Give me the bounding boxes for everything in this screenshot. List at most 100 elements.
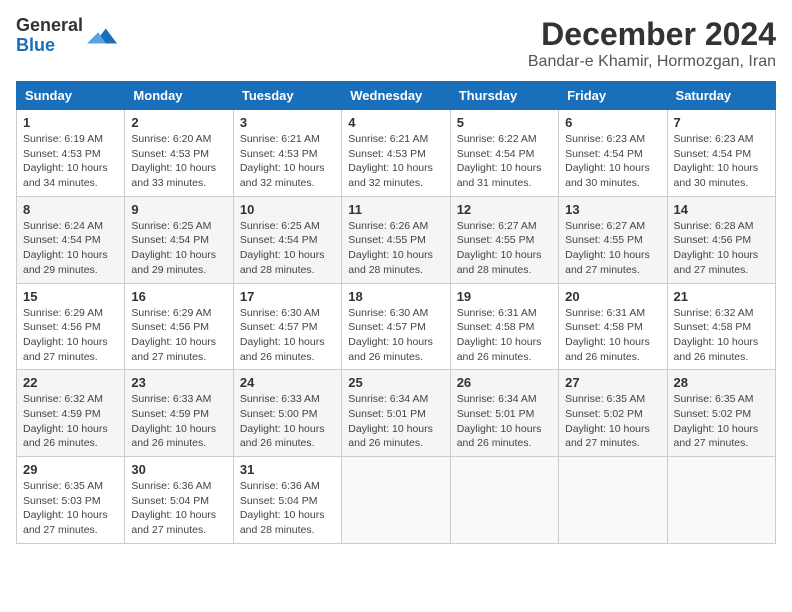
table-row: 27 Sunrise: 6:35 AMSunset: 5:02 PMDaylig… — [559, 370, 667, 457]
day-number: 9 — [131, 202, 226, 217]
day-number: 4 — [348, 115, 443, 130]
day-detail: Sunrise: 6:21 AMSunset: 4:53 PMDaylight:… — [240, 133, 325, 189]
table-row: 3 Sunrise: 6:21 AMSunset: 4:53 PMDayligh… — [233, 110, 341, 197]
day-detail: Sunrise: 6:19 AMSunset: 4:53 PMDaylight:… — [23, 133, 108, 189]
day-number: 14 — [674, 202, 769, 217]
day-detail: Sunrise: 6:31 AMSunset: 4:58 PMDaylight:… — [457, 307, 542, 363]
day-detail: Sunrise: 6:26 AMSunset: 4:55 PMDaylight:… — [348, 220, 433, 276]
title-block: December 2024 Bandar-e Khamir, Hormozgan… — [528, 16, 776, 71]
table-row: 11 Sunrise: 6:26 AMSunset: 4:55 PMDaylig… — [342, 196, 450, 283]
col-wednesday: Wednesday — [342, 82, 450, 110]
table-row: 4 Sunrise: 6:21 AMSunset: 4:53 PMDayligh… — [342, 110, 450, 197]
table-row — [342, 457, 450, 544]
day-detail: Sunrise: 6:35 AMSunset: 5:02 PMDaylight:… — [674, 393, 759, 449]
table-row: 10 Sunrise: 6:25 AMSunset: 4:54 PMDaylig… — [233, 196, 341, 283]
table-row: 19 Sunrise: 6:31 AMSunset: 4:58 PMDaylig… — [450, 283, 558, 370]
day-detail: Sunrise: 6:23 AMSunset: 4:54 PMDaylight:… — [565, 133, 650, 189]
day-detail: Sunrise: 6:20 AMSunset: 4:53 PMDaylight:… — [131, 133, 216, 189]
day-detail: Sunrise: 6:29 AMSunset: 4:56 PMDaylight:… — [131, 307, 216, 363]
day-number: 2 — [131, 115, 226, 130]
day-detail: Sunrise: 6:32 AMSunset: 4:59 PMDaylight:… — [23, 393, 108, 449]
day-number: 21 — [674, 289, 769, 304]
table-row: 6 Sunrise: 6:23 AMSunset: 4:54 PMDayligh… — [559, 110, 667, 197]
day-detail: Sunrise: 6:35 AMSunset: 5:03 PMDaylight:… — [23, 480, 108, 536]
day-number: 1 — [23, 115, 118, 130]
day-detail: Sunrise: 6:27 AMSunset: 4:55 PMDaylight:… — [457, 220, 542, 276]
day-detail: Sunrise: 6:25 AMSunset: 4:54 PMDaylight:… — [131, 220, 216, 276]
table-row: 22 Sunrise: 6:32 AMSunset: 4:59 PMDaylig… — [17, 370, 125, 457]
day-detail: Sunrise: 6:30 AMSunset: 4:57 PMDaylight:… — [240, 307, 325, 363]
day-number: 6 — [565, 115, 660, 130]
day-detail: Sunrise: 6:21 AMSunset: 4:53 PMDaylight:… — [348, 133, 433, 189]
day-number: 29 — [23, 462, 118, 477]
table-row: 17 Sunrise: 6:30 AMSunset: 4:57 PMDaylig… — [233, 283, 341, 370]
day-detail: Sunrise: 6:35 AMSunset: 5:02 PMDaylight:… — [565, 393, 650, 449]
day-number: 3 — [240, 115, 335, 130]
table-row: 31 Sunrise: 6:36 AMSunset: 5:04 PMDaylig… — [233, 457, 341, 544]
table-row: 21 Sunrise: 6:32 AMSunset: 4:58 PMDaylig… — [667, 283, 775, 370]
page-header: General Blue December 2024 Bandar-e Kham… — [16, 16, 776, 71]
day-number: 31 — [240, 462, 335, 477]
day-detail: Sunrise: 6:34 AMSunset: 5:01 PMDaylight:… — [457, 393, 542, 449]
table-row: 8 Sunrise: 6:24 AMSunset: 4:54 PMDayligh… — [17, 196, 125, 283]
day-detail: Sunrise: 6:36 AMSunset: 5:04 PMDaylight:… — [131, 480, 216, 536]
table-row: 5 Sunrise: 6:22 AMSunset: 4:54 PMDayligh… — [450, 110, 558, 197]
table-row: 28 Sunrise: 6:35 AMSunset: 5:02 PMDaylig… — [667, 370, 775, 457]
col-saturday: Saturday — [667, 82, 775, 110]
table-row: 29 Sunrise: 6:35 AMSunset: 5:03 PMDaylig… — [17, 457, 125, 544]
calendar-week-row: 22 Sunrise: 6:32 AMSunset: 4:59 PMDaylig… — [17, 370, 776, 457]
day-detail: Sunrise: 6:31 AMSunset: 4:58 PMDaylight:… — [565, 307, 650, 363]
day-detail: Sunrise: 6:22 AMSunset: 4:54 PMDaylight:… — [457, 133, 542, 189]
calendar-week-row: 29 Sunrise: 6:35 AMSunset: 5:03 PMDaylig… — [17, 457, 776, 544]
day-detail: Sunrise: 6:25 AMSunset: 4:54 PMDaylight:… — [240, 220, 325, 276]
month-title: December 2024 — [528, 16, 776, 53]
day-number: 30 — [131, 462, 226, 477]
calendar-week-row: 8 Sunrise: 6:24 AMSunset: 4:54 PMDayligh… — [17, 196, 776, 283]
day-number: 7 — [674, 115, 769, 130]
day-detail: Sunrise: 6:30 AMSunset: 4:57 PMDaylight:… — [348, 307, 433, 363]
day-number: 16 — [131, 289, 226, 304]
day-detail: Sunrise: 6:29 AMSunset: 4:56 PMDaylight:… — [23, 307, 108, 363]
table-row: 25 Sunrise: 6:34 AMSunset: 5:01 PMDaylig… — [342, 370, 450, 457]
day-number: 5 — [457, 115, 552, 130]
table-row: 24 Sunrise: 6:33 AMSunset: 5:00 PMDaylig… — [233, 370, 341, 457]
day-detail: Sunrise: 6:33 AMSunset: 5:00 PMDaylight:… — [240, 393, 325, 449]
col-sunday: Sunday — [17, 82, 125, 110]
day-number: 15 — [23, 289, 118, 304]
day-number: 8 — [23, 202, 118, 217]
col-monday: Monday — [125, 82, 233, 110]
day-detail: Sunrise: 6:23 AMSunset: 4:54 PMDaylight:… — [674, 133, 759, 189]
table-row: 9 Sunrise: 6:25 AMSunset: 4:54 PMDayligh… — [125, 196, 233, 283]
day-number: 27 — [565, 375, 660, 390]
table-row — [559, 457, 667, 544]
table-row: 16 Sunrise: 6:29 AMSunset: 4:56 PMDaylig… — [125, 283, 233, 370]
logo: General Blue — [16, 16, 117, 56]
calendar-table: Sunday Monday Tuesday Wednesday Thursday… — [16, 81, 776, 544]
table-row — [667, 457, 775, 544]
day-number: 12 — [457, 202, 552, 217]
day-detail: Sunrise: 6:32 AMSunset: 4:58 PMDaylight:… — [674, 307, 759, 363]
col-thursday: Thursday — [450, 82, 558, 110]
table-row: 14 Sunrise: 6:28 AMSunset: 4:56 PMDaylig… — [667, 196, 775, 283]
day-number: 28 — [674, 375, 769, 390]
calendar-week-row: 1 Sunrise: 6:19 AMSunset: 4:53 PMDayligh… — [17, 110, 776, 197]
table-row: 18 Sunrise: 6:30 AMSunset: 4:57 PMDaylig… — [342, 283, 450, 370]
table-row: 2 Sunrise: 6:20 AMSunset: 4:53 PMDayligh… — [125, 110, 233, 197]
day-number: 24 — [240, 375, 335, 390]
table-row — [450, 457, 558, 544]
day-number: 22 — [23, 375, 118, 390]
table-row: 20 Sunrise: 6:31 AMSunset: 4:58 PMDaylig… — [559, 283, 667, 370]
day-number: 18 — [348, 289, 443, 304]
table-row: 1 Sunrise: 6:19 AMSunset: 4:53 PMDayligh… — [17, 110, 125, 197]
day-number: 25 — [348, 375, 443, 390]
logo-blue: Blue — [16, 36, 83, 56]
table-row: 30 Sunrise: 6:36 AMSunset: 5:04 PMDaylig… — [125, 457, 233, 544]
logo-icon — [87, 21, 117, 51]
day-number: 23 — [131, 375, 226, 390]
day-number: 13 — [565, 202, 660, 217]
table-row: 7 Sunrise: 6:23 AMSunset: 4:54 PMDayligh… — [667, 110, 775, 197]
table-row: 23 Sunrise: 6:33 AMSunset: 4:59 PMDaylig… — [125, 370, 233, 457]
day-number: 19 — [457, 289, 552, 304]
day-detail: Sunrise: 6:27 AMSunset: 4:55 PMDaylight:… — [565, 220, 650, 276]
table-row: 26 Sunrise: 6:34 AMSunset: 5:01 PMDaylig… — [450, 370, 558, 457]
